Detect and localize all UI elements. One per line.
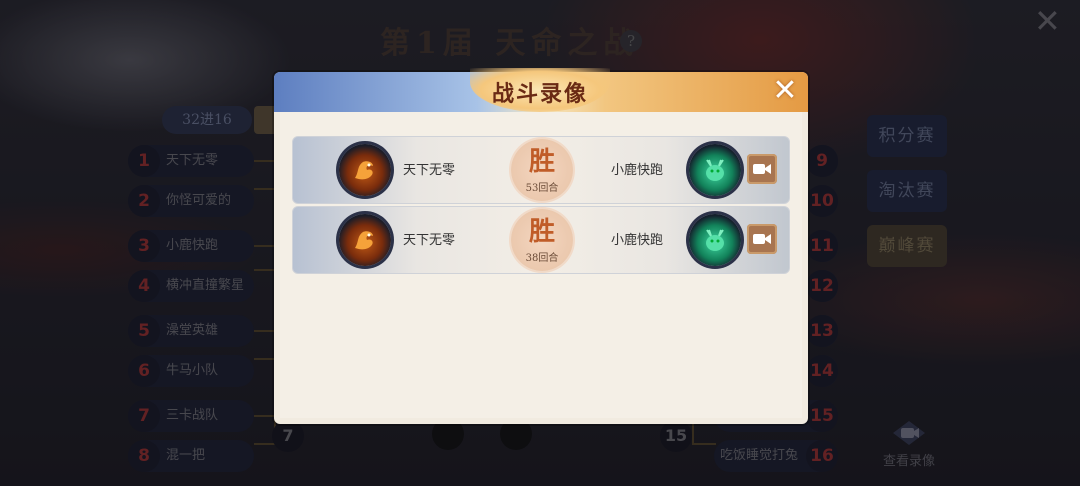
right-player-name: 小鹿快跑 xyxy=(611,163,664,178)
fire-dragon-icon xyxy=(339,144,391,196)
video-camera-icon xyxy=(753,234,771,244)
right-player-name: 小鹿快跑 xyxy=(611,233,664,248)
replay-record: 天下无零 胜 38回合 小鹿快跑 xyxy=(292,206,790,274)
video-camera-icon xyxy=(753,164,771,174)
replay-list: 天下无零 胜 53回合 小鹿快跑 天下无零 胜 38回合 小鹿快跑 xyxy=(280,112,802,418)
jade-deer-icon xyxy=(689,214,741,266)
rounds-count: 53回合 xyxy=(525,183,559,194)
dialog-close-button[interactable]: ✕ xyxy=(770,76,800,106)
result-badge: 胜 38回合 xyxy=(511,209,573,271)
left-player-name: 天下无零 xyxy=(403,233,456,248)
play-replay-button[interactable] xyxy=(747,224,777,254)
battle-replay-dialog: 战斗录像 ✕ 天下无零 胜 53回合 小鹿快跑 天下无零 胜 38回合 小鹿快跑 xyxy=(274,68,808,424)
replay-record: 天下无零 胜 53回合 小鹿快跑 xyxy=(292,136,790,204)
result-badge: 胜 53回合 xyxy=(511,139,573,201)
play-replay-button[interactable] xyxy=(747,154,777,184)
result-text: 胜 xyxy=(528,217,555,247)
left-player-name: 天下无零 xyxy=(403,163,456,178)
fire-dragon-icon xyxy=(339,214,391,266)
rounds-count: 38回合 xyxy=(525,253,559,264)
jade-deer-icon xyxy=(689,144,741,196)
result-text: 胜 xyxy=(528,147,555,177)
dialog-title: 战斗录像 xyxy=(491,81,588,107)
